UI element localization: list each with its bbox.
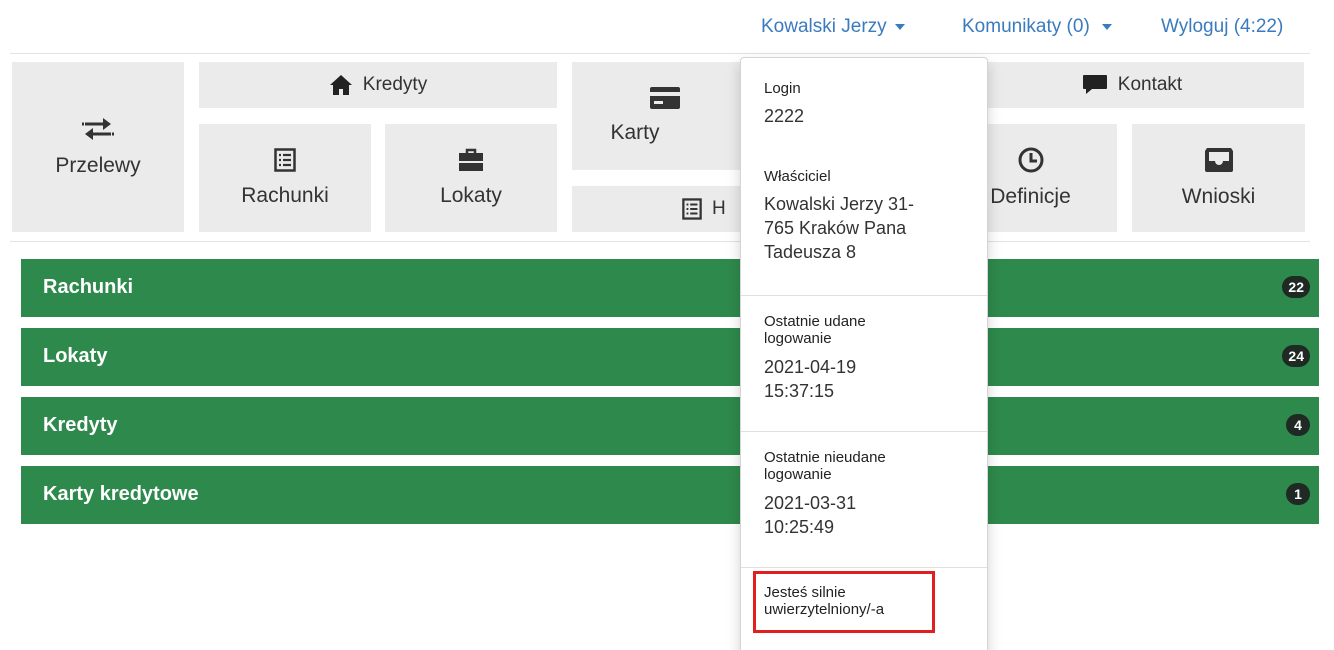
tile-historia[interactable]: H bbox=[572, 186, 758, 232]
tile-label: Przelewy bbox=[55, 154, 141, 177]
logout-link[interactable]: Wyloguj (4:22) bbox=[1161, 16, 1283, 38]
tile-label: H bbox=[712, 198, 726, 219]
accordion-label: Lokaty bbox=[43, 345, 108, 367]
last-success-date: 2021-04-19 bbox=[764, 357, 857, 377]
tile-label: Rachunki bbox=[241, 184, 329, 207]
last-failed-label: Ostatnie nieudane bbox=[764, 449, 886, 466]
login-label: Login bbox=[764, 80, 801, 97]
tile-wnioski[interactable]: Wnioski bbox=[1132, 124, 1305, 232]
tile-label: Wnioski bbox=[1181, 185, 1256, 208]
tile-label: Definicje bbox=[990, 185, 1071, 208]
top-navigation: Kowalski Jerzy Komunikaty (0) Wyloguj (4… bbox=[0, 0, 1334, 54]
owner-line: Tadeusza 8 bbox=[764, 242, 857, 262]
tile-label: Kredyty bbox=[362, 74, 428, 95]
dropdown-separator bbox=[741, 431, 987, 432]
last-success-section: Ostatnie udane logowanie 2021-04-19 15:3… bbox=[741, 313, 987, 403]
chevron-down-icon bbox=[1101, 23, 1112, 30]
last-success-label: Ostatnie udane bbox=[764, 313, 866, 330]
login-section: Login 2222 bbox=[741, 80, 987, 128]
transfer-arrows-icon bbox=[81, 116, 115, 142]
last-failed-date: 2021-03-31 bbox=[764, 493, 857, 513]
count-badge: 1 bbox=[1286, 483, 1310, 505]
last-success-time: 15:37:15 bbox=[764, 381, 835, 401]
top-divider bbox=[10, 53, 1310, 54]
list-document-icon bbox=[274, 148, 296, 172]
briefcase-icon bbox=[458, 148, 484, 172]
speech-bubble-icon bbox=[1082, 74, 1108, 96]
last-failed-section: Ostatnie nieudane logowanie 2021-03-31 1… bbox=[741, 449, 987, 539]
tile-label: Kontakt bbox=[1117, 74, 1183, 95]
tile-kredyty[interactable]: Kredyty bbox=[199, 62, 557, 108]
accordion-karty-kredytowe[interactable]: Karty kredytowe 1 bbox=[21, 466, 1319, 524]
tile-przelewy[interactable]: Przelewy bbox=[12, 62, 184, 232]
chevron-down-icon bbox=[894, 23, 905, 30]
tile-lokaty[interactable]: Lokaty bbox=[385, 124, 557, 232]
list-document-icon bbox=[682, 198, 702, 220]
accordion-label: Karty kredytowe bbox=[43, 483, 199, 505]
tile-label: Lokaty bbox=[440, 184, 502, 207]
accordion-rachunki[interactable]: Rachunki 22 bbox=[21, 259, 1319, 317]
user-menu-toggle[interactable]: Kowalski Jerzy bbox=[761, 16, 905, 38]
dropdown-separator bbox=[741, 295, 987, 296]
accordion-label: Kredyty bbox=[43, 414, 118, 436]
dropdown-separator bbox=[741, 567, 987, 568]
messages-menu-toggle[interactable]: Komunikaty (0) bbox=[962, 16, 1112, 38]
home-icon bbox=[329, 74, 353, 96]
owner-label: Właściciel bbox=[764, 168, 831, 185]
last-failed-label: logowanie bbox=[764, 466, 832, 483]
user-info-dropdown: Login 2222 Właściciel Kowalski Jerzy 31-… bbox=[740, 57, 988, 650]
count-badge: 22 bbox=[1282, 276, 1310, 298]
messages-menu-label: Komunikaty (0) bbox=[962, 16, 1090, 37]
accordion-kredyty[interactable]: Kredyty 4 bbox=[21, 397, 1319, 455]
owner-line: Kowalski Jerzy 31- bbox=[764, 194, 915, 214]
count-badge: 24 bbox=[1282, 345, 1310, 367]
owner-section: Właściciel Kowalski Jerzy 31- 765 Kraków… bbox=[741, 168, 987, 264]
tiles-divider bbox=[10, 241, 1310, 242]
credit-card-icon bbox=[650, 87, 680, 109]
count-badge: 4 bbox=[1286, 414, 1310, 436]
tile-rachunki[interactable]: Rachunki bbox=[199, 124, 371, 232]
last-failed-time: 10:25:49 bbox=[764, 517, 835, 537]
accordion-lokaty[interactable]: Lokaty 24 bbox=[21, 328, 1319, 386]
clock-icon bbox=[1018, 147, 1044, 173]
tile-label: Karty bbox=[610, 121, 660, 144]
tile-karty[interactable]: Karty bbox=[572, 62, 758, 170]
last-success-label: logowanie bbox=[764, 330, 832, 347]
inbox-icon bbox=[1204, 147, 1234, 173]
user-menu-label: Kowalski Jerzy bbox=[761, 16, 887, 37]
owner-line: 765 Kraków Pana bbox=[764, 218, 907, 238]
highlight-box bbox=[753, 571, 935, 633]
login-value: 2222 bbox=[764, 106, 805, 126]
accordion-label: Rachunki bbox=[43, 276, 134, 298]
